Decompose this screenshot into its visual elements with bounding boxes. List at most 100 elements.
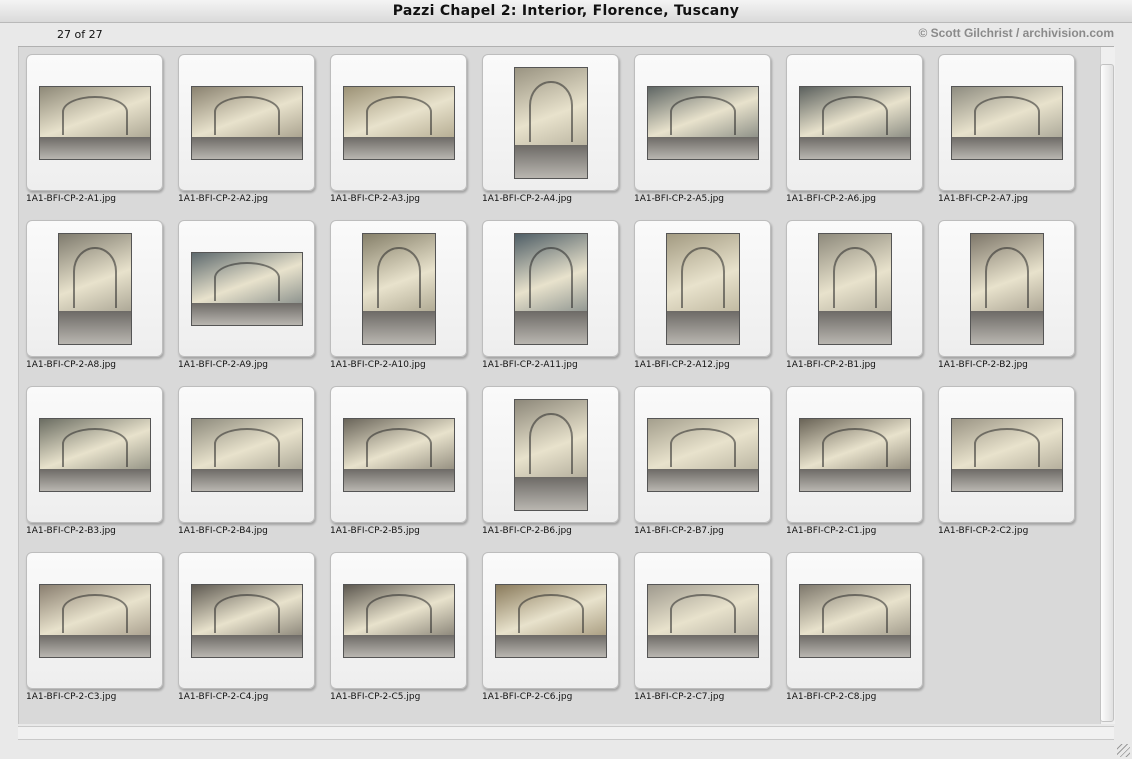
thumbnail-item[interactable]: 1A1-BFI-CP-2-B6.jpg: [475, 379, 619, 536]
thumbnail-image[interactable]: [970, 233, 1044, 345]
thumbnail-grid: 1A1-BFI-CP-2-A1.jpg 1A1-BFI-CP-2-A2.jpg 1A…: [18, 47, 1101, 724]
thumbnail-image[interactable]: [647, 86, 759, 160]
thumbnail-image[interactable]: [647, 584, 759, 658]
thumbnail-image[interactable]: [951, 86, 1063, 160]
arch-motif: [822, 95, 888, 136]
thumbnail-image[interactable]: [514, 233, 588, 345]
floor-motif: [192, 303, 302, 325]
thumbnail-item[interactable]: 1A1-BFI-CP-2-A11.jpg: [475, 213, 619, 370]
thumbnail-image[interactable]: [343, 86, 455, 160]
thumbnail-image[interactable]: [799, 86, 911, 160]
thumbnail-item[interactable]: 1A1-BFI-CP-2-A10.jpg: [323, 213, 467, 370]
thumbnail-image[interactable]: [191, 418, 303, 492]
slide-frame[interactable]: [178, 54, 315, 191]
thumbnail-image[interactable]: [514, 399, 588, 511]
thumbnail-item[interactable]: 1A1-BFI-CP-2-A2.jpg: [171, 47, 315, 204]
thumbnail-image[interactable]: [362, 233, 436, 345]
slide-frame[interactable]: [330, 386, 467, 523]
slide-frame[interactable]: [26, 386, 163, 523]
slide-frame[interactable]: [938, 386, 1075, 523]
slide-frame[interactable]: [178, 386, 315, 523]
thumbnail-item[interactable]: 1A1-BFI-CP-2-C4.jpg: [171, 545, 315, 702]
slide-frame[interactable]: [786, 552, 923, 689]
thumbnail-image[interactable]: [799, 584, 911, 658]
floor-motif: [800, 137, 910, 159]
arch-motif: [366, 593, 432, 634]
thumbnail-image[interactable]: [343, 584, 455, 658]
floor-motif: [515, 145, 587, 178]
thumbnail-item[interactable]: 1A1-BFI-CP-2-A9.jpg: [171, 213, 315, 370]
thumbnail-item[interactable]: 1A1-BFI-CP-2-C1.jpg: [779, 379, 923, 536]
thumbnail-image[interactable]: [514, 67, 588, 179]
thumbnail-image[interactable]: [495, 584, 607, 658]
thumbnail-item[interactable]: 1A1-BFI-CP-2-A1.jpg: [19, 47, 163, 204]
slide-frame[interactable]: [786, 386, 923, 523]
slide-frame[interactable]: [786, 220, 923, 357]
thumbnail-filename: 1A1-BFI-CP-2-B2.jpg: [938, 360, 1028, 370]
thumbnail-item[interactable]: 1A1-BFI-CP-2-A5.jpg: [627, 47, 771, 204]
slide-frame[interactable]: [330, 552, 467, 689]
thumbnail-item[interactable]: 1A1-BFI-CP-2-B1.jpg: [779, 213, 923, 370]
thumbnail-image[interactable]: [191, 252, 303, 326]
thumbnail-filename: 1A1-BFI-CP-2-B5.jpg: [330, 526, 420, 536]
slide-frame[interactable]: [482, 386, 619, 523]
slide-frame[interactable]: [330, 54, 467, 191]
thumbnail-image[interactable]: [666, 233, 740, 345]
slide-frame[interactable]: [482, 220, 619, 357]
thumbnail-item[interactable]: 1A1-BFI-CP-2-C5.jpg: [323, 545, 467, 702]
slide-frame[interactable]: [178, 552, 315, 689]
thumbnail-image[interactable]: [951, 418, 1063, 492]
arch-motif: [670, 593, 736, 634]
thumbnail-item[interactable]: 1A1-BFI-CP-2-A4.jpg: [475, 47, 619, 204]
slide-frame[interactable]: [634, 54, 771, 191]
thumbnail-image[interactable]: [39, 584, 151, 658]
thumbnail-item[interactable]: 1A1-BFI-CP-2-C3.jpg: [19, 545, 163, 702]
thumbnail-item[interactable]: 1A1-BFI-CP-2-A8.jpg: [19, 213, 163, 370]
thumbnail-item[interactable]: 1A1-BFI-CP-2-B2.jpg: [931, 213, 1075, 370]
slide-frame[interactable]: [938, 220, 1075, 357]
vertical-scrollbar-thumb[interactable]: [1100, 64, 1114, 722]
thumbnail-image[interactable]: [799, 418, 911, 492]
slide-frame[interactable]: [634, 552, 771, 689]
slide-frame[interactable]: [178, 220, 315, 357]
floor-motif: [800, 469, 910, 491]
thumbnail-image[interactable]: [39, 86, 151, 160]
slide-frame[interactable]: [482, 54, 619, 191]
thumbnail-image[interactable]: [58, 233, 132, 345]
slide-frame[interactable]: [634, 220, 771, 357]
thumbnail-image[interactable]: [343, 418, 455, 492]
thumbnail-image[interactable]: [191, 86, 303, 160]
slide-frame[interactable]: [482, 552, 619, 689]
thumbnail-filename: 1A1-BFI-CP-2-A2.jpg: [178, 194, 268, 204]
arch-motif: [518, 593, 584, 634]
slide-frame[interactable]: [26, 54, 163, 191]
thumbnail-image[interactable]: [818, 233, 892, 345]
thumbnail-item[interactable]: 1A1-BFI-CP-2-C6.jpg: [475, 545, 619, 702]
thumbnail-item[interactable]: 1A1-BFI-CP-2-C8.jpg: [779, 545, 923, 702]
floor-motif: [40, 469, 150, 491]
thumbnail-item[interactable]: 1A1-BFI-CP-2-B5.jpg: [323, 379, 467, 536]
slide-frame[interactable]: [26, 552, 163, 689]
slide-frame[interactable]: [786, 54, 923, 191]
horizontal-scrollbar[interactable]: [18, 726, 1114, 740]
thumbnail-image[interactable]: [191, 584, 303, 658]
slide-frame[interactable]: [330, 220, 467, 357]
arch-motif: [670, 95, 736, 136]
thumbnail-item[interactable]: 1A1-BFI-CP-2-A3.jpg: [323, 47, 467, 204]
thumbnail-item[interactable]: 1A1-BFI-CP-2-C2.jpg: [931, 379, 1075, 536]
slide-frame[interactable]: [26, 220, 163, 357]
thumbnail-filename: 1A1-BFI-CP-2-A12.jpg: [634, 360, 730, 370]
thumbnail-item[interactable]: 1A1-BFI-CP-2-B7.jpg: [627, 379, 771, 536]
thumbnail-item[interactable]: 1A1-BFI-CP-2-C7.jpg: [627, 545, 771, 702]
slide-frame[interactable]: [634, 386, 771, 523]
slide-frame[interactable]: [938, 54, 1075, 191]
thumbnail-item[interactable]: 1A1-BFI-CP-2-B4.jpg: [171, 379, 315, 536]
thumbnail-image[interactable]: [39, 418, 151, 492]
thumbnail-item[interactable]: 1A1-BFI-CP-2-B3.jpg: [19, 379, 163, 536]
thumbnail-item[interactable]: 1A1-BFI-CP-2-A12.jpg: [627, 213, 771, 370]
thumbnail-item[interactable]: 1A1-BFI-CP-2-A6.jpg: [779, 47, 923, 204]
resize-grip-icon[interactable]: [1117, 744, 1130, 757]
thumbnail-image[interactable]: [647, 418, 759, 492]
thumbnail-item[interactable]: 1A1-BFI-CP-2-A7.jpg: [931, 47, 1075, 204]
floor-motif: [648, 635, 758, 657]
